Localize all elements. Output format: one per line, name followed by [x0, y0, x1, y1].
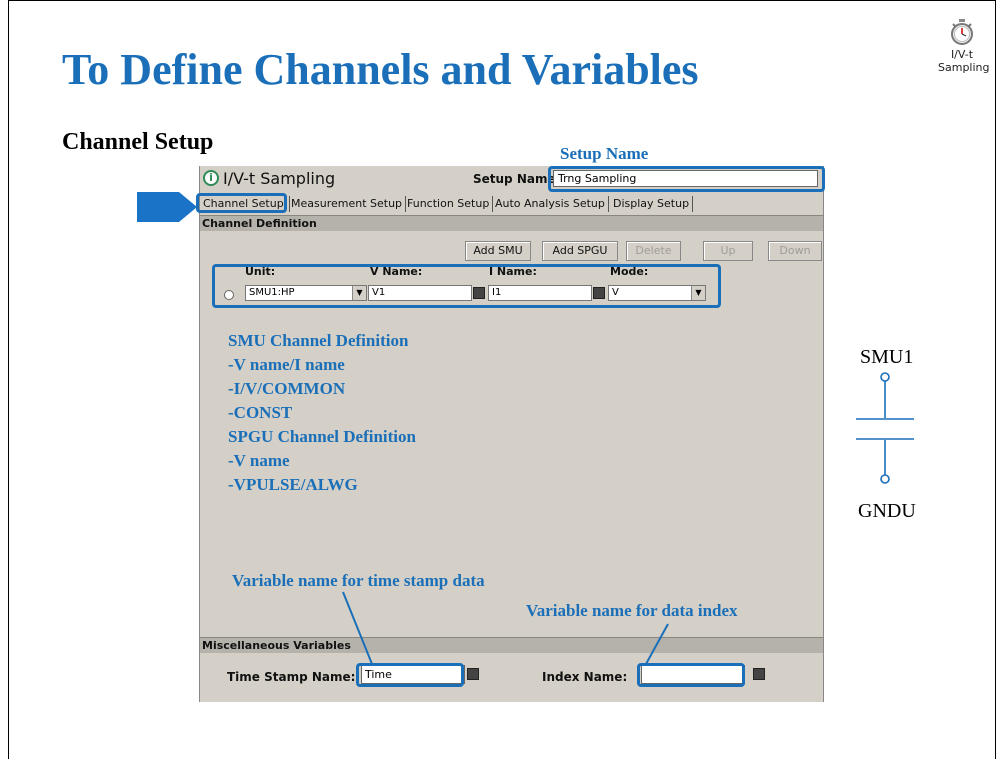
capacitor-icon — [856, 372, 914, 484]
gndu-label: GNDU — [858, 500, 916, 522]
smu1-label: SMU1 — [860, 346, 914, 368]
